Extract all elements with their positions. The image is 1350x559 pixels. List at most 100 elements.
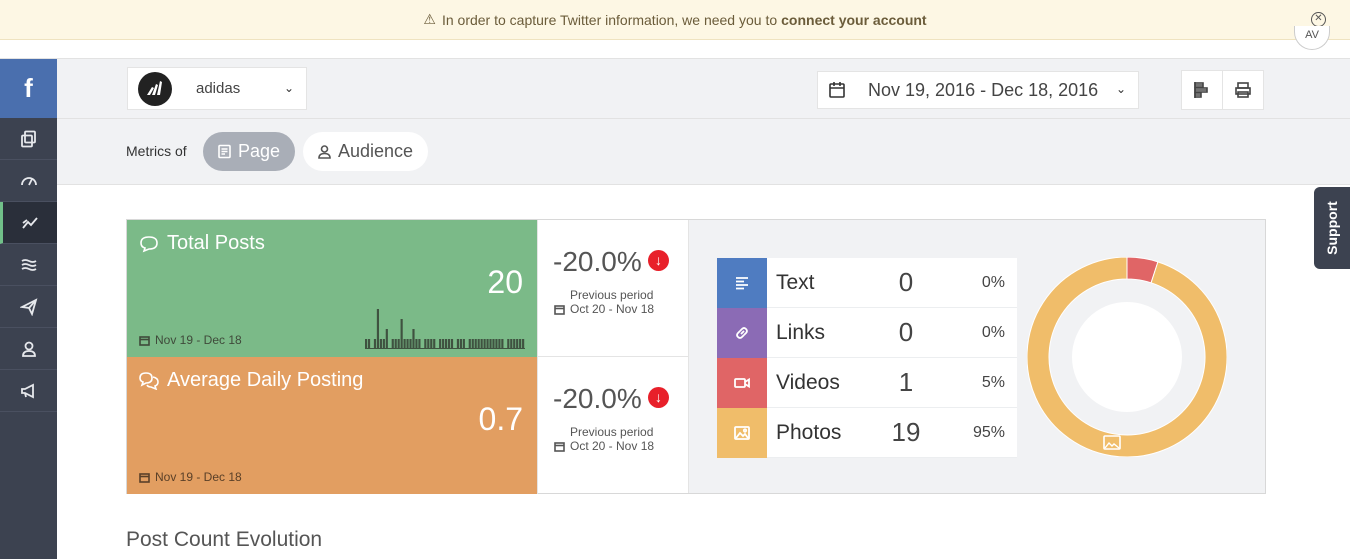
type-percent: 0% (981, 323, 1005, 341)
sparkline-bar (522, 339, 525, 349)
chevron-down-icon: ⌄ (1115, 82, 1126, 96)
sidebar-item-audience[interactable] (0, 328, 57, 370)
sparkline-bar (483, 339, 486, 349)
tile-value: 20 (487, 264, 523, 300)
change-percent: -20.0% (553, 246, 642, 277)
account-selector[interactable]: adidas ⌄ (127, 67, 307, 110)
printer-icon (1235, 82, 1251, 98)
sparkline-bar (447, 339, 451, 349)
sparkline-bar (424, 339, 427, 349)
close-banner-icon[interactable]: ✕ (1311, 12, 1326, 27)
sidebar-item-analytics[interactable] (0, 202, 57, 244)
post-type-row-links: Links 0 0% (717, 307, 1017, 358)
metrics-label: Metrics of (126, 143, 187, 159)
sparkline-bar (412, 329, 415, 349)
twitter-warning-banner: ⚠ In order to capture Twitter informatio… (0, 0, 1350, 40)
total-posts-change: -20.0% ↓ Previous period Oct 20 - Nov 18 (537, 220, 688, 357)
user-icon (21, 341, 36, 357)
sparkline-bar (445, 339, 448, 349)
metrics-selector-row: Metrics of Page Audience (57, 119, 1350, 185)
sparkline-bar (415, 339, 418, 349)
sparkline-bar (450, 339, 454, 349)
type-count: 0 (898, 267, 914, 297)
date-range-text: Nov 19, 2016 - Dec 18, 2016 (868, 79, 1099, 100)
sparkline-bar (385, 329, 388, 349)
arrow-down-icon: ↓ (648, 250, 669, 271)
support-tab[interactable]: Support (1314, 187, 1350, 269)
section-title: Post Count Evolution (126, 528, 323, 551)
facebook-icon[interactable]: f (0, 59, 57, 118)
sparkline-bar (365, 339, 368, 349)
sidebar-item-streams[interactable] (0, 244, 57, 286)
sparkline-bar (373, 339, 377, 349)
warning-icon: ⚠ (423, 11, 436, 27)
total-posts-tile: Total Posts 20 Nov 19 - Dec 18 (127, 220, 537, 357)
sidebar-item-campaigns[interactable] (0, 370, 57, 412)
sparkline-bar (379, 339, 382, 349)
connect-account-link[interactable]: connect your account (781, 12, 926, 28)
sparkline-bar (382, 339, 385, 349)
adidas-logo (138, 71, 172, 106)
arrow-down-icon: ↓ (648, 387, 669, 408)
tile-date-range: Nov 19 - Dec 18 (139, 333, 242, 347)
sparkline-bar (456, 339, 460, 349)
sparkline-bar (403, 339, 406, 349)
print-button[interactable] (1223, 71, 1263, 109)
previous-period-range: Oct 20 - Nov 18 (554, 302, 654, 316)
support-label: Support (1324, 201, 1340, 255)
sparkline-bar (492, 339, 495, 349)
video-icon (717, 357, 767, 408)
sparkline-bar (394, 339, 397, 349)
image-icon (717, 407, 767, 458)
type-percent: 5% (981, 373, 1005, 391)
date-range-picker[interactable]: Nov 19, 2016 - Dec 18, 2016 ⌄ (817, 71, 1139, 109)
sparkline-bar (468, 339, 471, 349)
sparkline-bar (516, 339, 519, 349)
sidebar-item-dashboard[interactable] (0, 160, 57, 202)
sparkline-bar (439, 339, 442, 349)
type-label: Text (776, 270, 815, 294)
tab-page[interactable]: Page (203, 132, 295, 171)
post-type-row-photos: Photos 19 95% (717, 407, 1017, 458)
tab-audience-label: Audience (338, 141, 414, 161)
type-percent: 0% (981, 273, 1005, 291)
sparkline-bar (400, 319, 403, 349)
banner-message: In order to capture Twitter information,… (441, 11, 778, 28)
previous-range-text: Oct 20 - Nov 18 (570, 439, 655, 453)
sparkline-bar (489, 339, 492, 349)
link-icon (717, 307, 767, 358)
sparkline-bar (409, 339, 412, 349)
tile-date-range: Nov 19 - Dec 18 (139, 470, 242, 484)
comments-icon (139, 371, 159, 390)
sidebar-item-pages[interactable] (0, 118, 57, 160)
type-percent: 95% (972, 423, 1005, 441)
sidebar-item-publish[interactable] (0, 286, 57, 328)
tab-audience[interactable]: Audience (303, 132, 428, 171)
sparkline-bar (495, 339, 498, 349)
avg-daily-posting-tile: Average Daily Posting 0.7 Nov 19 - Dec 1… (127, 357, 537, 494)
tile-range-text: Nov 19 - Dec 18 (155, 470, 242, 484)
sparkline-bar (480, 339, 483, 349)
sparkline-bar (501, 339, 504, 349)
sparkline-bar (376, 309, 380, 349)
trend-icon (22, 216, 38, 229)
calendar-icon (554, 304, 565, 315)
sparkline-bar (459, 339, 462, 349)
change-percent: -20.0% (553, 383, 642, 414)
bar-align-icon (1194, 82, 1208, 98)
sparkline-bar (513, 339, 516, 349)
sparkline-bar (367, 339, 371, 349)
comment-icon (140, 235, 158, 252)
account-name: adidas (196, 80, 241, 97)
calendar-icon (139, 472, 150, 483)
chevron-down-icon: ⌄ (283, 81, 294, 95)
tile-title-text: Average Daily Posting (167, 369, 364, 391)
sparkline-bar (486, 339, 489, 349)
donut-center (1072, 302, 1182, 412)
compare-button[interactable] (1182, 71, 1223, 109)
megaphone-icon (20, 383, 34, 398)
header-bar: adidas ⌄ Nov 19, 2016 - Dec 18, 2016 ⌄ (57, 59, 1350, 119)
post-stats-card: Total Posts 20 Nov 19 - Dec 18 Average D… (126, 219, 1266, 494)
align-left-icon (717, 257, 767, 308)
calendar-icon (554, 441, 565, 452)
